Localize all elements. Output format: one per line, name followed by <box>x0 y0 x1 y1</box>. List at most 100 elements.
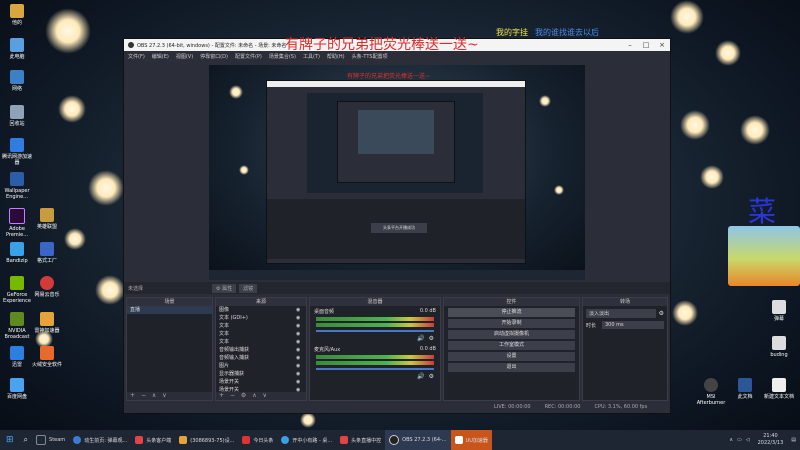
add-icon[interactable]: + <box>219 392 224 399</box>
menu-file[interactable]: 文件(F) <box>128 53 145 60</box>
desktop-icon[interactable]: 网易云音乐 <box>30 276 64 298</box>
eye-icon[interactable]: ◉ <box>296 354 306 362</box>
start-recording-button[interactable]: 开始录制 <box>448 319 575 328</box>
desktop-icon[interactable]: 此文档 <box>728 378 762 400</box>
source-item[interactable]: 图像 ◉ <box>216 306 306 314</box>
eye-icon[interactable]: ◉ <box>296 330 306 338</box>
desktop-icon[interactable]: Wallpaper Engine... <box>0 172 34 200</box>
taskbar-item-uu[interactable]: UU加速器 <box>450 430 492 450</box>
chevron-up-icon[interactable]: ∧ <box>729 437 733 443</box>
filters-button[interactable]: 滤镜 <box>239 283 258 293</box>
desktop-icon[interactable]: 此电脑 <box>0 38 34 60</box>
start-button[interactable]: ⊞ <box>0 430 20 450</box>
gear-icon[interactable]: ⚙ <box>429 373 434 380</box>
speaker-icon[interactable]: 🔊 <box>417 335 424 342</box>
clock[interactable]: 21:40 2022/3/13 <box>754 430 788 450</box>
taskbar-item-browser-2[interactable]: 开中小有路 - 桌... <box>277 430 336 450</box>
settings-button[interactable]: 设置 <box>448 352 575 361</box>
properties-button[interactable]: ⚙ 属性 <box>212 283 237 293</box>
move-down-icon[interactable]: ∨ <box>263 392 267 399</box>
remove-icon[interactable]: − <box>230 392 235 399</box>
eye-icon[interactable]: ◉ <box>296 362 306 370</box>
taskbar-item-settings[interactable]: (3086893-75)设... <box>175 430 238 450</box>
gear-icon[interactable]: ⚙ <box>429 335 434 342</box>
tray-icons[interactable]: ∧ ▭ ◁ <box>725 430 753 450</box>
volume-icon[interactable]: ◁ <box>746 437 750 443</box>
desktop-icon[interactable]: 腾讯网游加速器 <box>0 138 34 166</box>
taskbar-item-obs[interactable]: OBS 27.2.3 (64-... <box>385 430 451 450</box>
maximize-button[interactable]: □ <box>638 41 654 49</box>
desktop-icon[interactable]: 网络 <box>0 70 34 92</box>
desktop-icon[interactable]: 新建文本文档 <box>762 378 796 400</box>
desktop-icon[interactable]: NVIDIA Broadcast <box>0 312 34 340</box>
desktop-icon[interactable]: 弹幕 <box>762 300 796 322</box>
move-up-icon[interactable]: ∧ <box>252 392 256 399</box>
taskbar-item-toutiao-client[interactable]: 头条客户端 <box>131 430 175 450</box>
desktop-icon[interactable]: MSI Afterburner <box>694 378 728 406</box>
source-item[interactable]: 音频输出捕获 ◉ <box>216 346 306 354</box>
desktop-icon[interactable]: 迅雷 <box>0 346 34 368</box>
source-item[interactable]: 音频输入捕获 ◉ <box>216 354 306 362</box>
desktop-icon[interactable]: Bandizip <box>0 242 34 264</box>
taskbar-item-live-control[interactable]: 头条直播中控 <box>336 430 385 450</box>
stop-stream-button[interactable]: 停止推流 <box>448 308 575 317</box>
volume-slider[interactable] <box>316 330 434 332</box>
scene-item[interactable]: 直播 <box>127 306 212 314</box>
source-item[interactable]: 文本 (GDI+) ◉ <box>216 314 306 322</box>
taskbar-item-steam[interactable]: Steam <box>32 430 69 450</box>
minimize-button[interactable]: – <box>622 41 638 49</box>
duration-input[interactable]: 300 ms <box>602 321 664 329</box>
notification-button[interactable]: ▤ <box>787 430 800 450</box>
xunlei-icon <box>10 346 24 360</box>
studio-mode-button[interactable]: 工作室模式 <box>448 341 575 350</box>
gear-icon[interactable]: ⚙ <box>241 392 246 399</box>
eye-icon[interactable]: ◉ <box>296 322 306 330</box>
desktop-icon[interactable]: 回收站 <box>0 105 34 127</box>
eye-icon[interactable]: ◉ <box>296 378 306 386</box>
eye-icon[interactable]: ◉ <box>296 338 306 346</box>
move-down-icon[interactable]: ∨ <box>162 392 166 399</box>
eye-icon[interactable]: ◉ <box>296 314 306 322</box>
eye-icon[interactable]: ◉ <box>296 346 306 354</box>
move-up-icon[interactable]: ∧ <box>152 392 156 399</box>
menu-edit[interactable]: 编辑(E) <box>152 53 169 60</box>
desktop-icon[interactable]: 火绒安全软件 <box>30 346 64 368</box>
remove-icon[interactable]: − <box>141 392 146 399</box>
sources-header: 来源 <box>216 298 306 306</box>
gear-icon[interactable]: ⚙ <box>659 310 664 317</box>
source-item[interactable]: 文本 ◉ <box>216 330 306 338</box>
status-bar: LIVE: 00:00:00 REC: 00:00:00 CPU: 3.1%, … <box>124 402 670 412</box>
source-item[interactable]: 文本 ◉ <box>216 338 306 346</box>
format-factory-icon <box>40 242 54 256</box>
preview-canvas[interactable]: 头条平台开播成功 有牌子的兄弟把荧光棒送一送~ <box>209 65 585 280</box>
source-item[interactable]: 文本 ◉ <box>216 322 306 330</box>
exit-button[interactable]: 退出 <box>448 363 575 372</box>
desktop-icon[interactable]: 英雄联盟 <box>30 208 64 230</box>
menu-profile[interactable]: 配置文件(P) <box>235 53 262 60</box>
eye-icon[interactable]: ◉ <box>296 370 306 378</box>
search-button[interactable]: ⌕ <box>20 430 32 450</box>
close-button[interactable]: × <box>654 41 670 49</box>
obs-window[interactable]: OBS 27.2.3 (64-bit, windows) - 配置文件: 未命名… <box>123 38 671 414</box>
transition-select[interactable]: 淡入淡出 <box>586 309 656 318</box>
taskbar-item-toutiao[interactable]: 今日头条 <box>238 430 277 450</box>
desktop-icon[interactable]: 他的 <box>0 4 34 26</box>
network-icon[interactable]: ▭ <box>737 437 742 443</box>
menu-view[interactable]: 视图(V) <box>176 53 193 60</box>
desktop-icon[interactable]: buding <box>762 336 796 358</box>
add-icon[interactable]: + <box>130 392 135 399</box>
eye-icon[interactable]: ◉ <box>296 306 306 314</box>
source-item[interactable]: 显示器捕获 ◉ <box>216 370 306 378</box>
speaker-icon[interactable]: 🔊 <box>417 373 424 380</box>
desktop-icon[interactable]: GeForce Experience <box>0 276 34 304</box>
desktop-icon[interactable]: 雷神加速器 <box>30 312 64 334</box>
source-item[interactable]: 图片 ◉ <box>216 362 306 370</box>
menu-docks[interactable]: 停靠窗口(D) <box>200 53 228 60</box>
desktop-icon[interactable]: 格式工厂 <box>30 242 64 264</box>
volume-slider[interactable] <box>316 368 434 370</box>
taskbar-item-browser[interactable]: 动生前页: 弹幕观... <box>69 430 131 450</box>
virtual-camera-button[interactable]: 启动虚拟摄像机 <box>448 330 575 339</box>
desktop-icon[interactable]: Adobe Premie... <box>0 208 34 238</box>
desktop-icon[interactable]: 百度网盘 <box>0 378 34 400</box>
source-item[interactable]: 场景开关 ◉ <box>216 378 306 386</box>
